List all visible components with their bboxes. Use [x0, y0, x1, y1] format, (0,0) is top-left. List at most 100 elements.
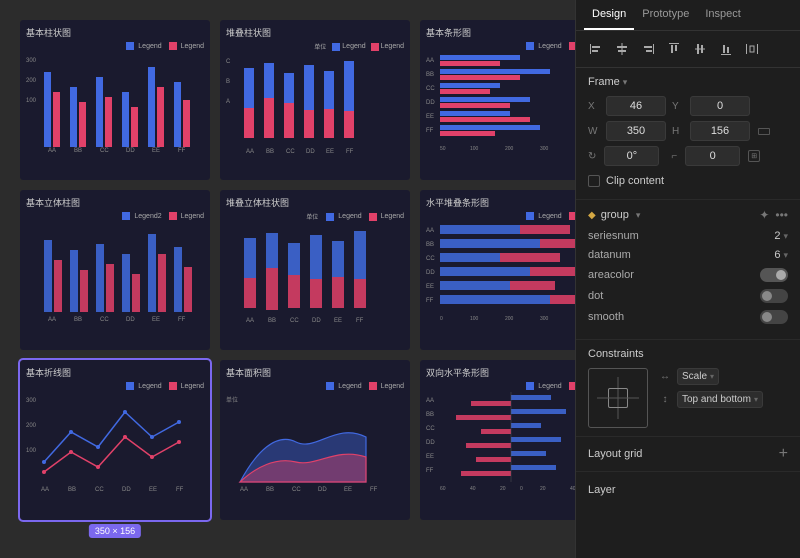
chart-stacked-bar[interactable]: 堆叠柱状图 单位 Legend Legend C B A	[220, 20, 410, 180]
vertical-constraint-icon: ↕	[658, 394, 672, 405]
seriesnum-value[interactable]: 2 ▾	[774, 230, 788, 242]
svg-text:40: 40	[570, 486, 575, 492]
chart-title-6: 水平堆叠条形图	[426, 196, 575, 209]
add-group-icon[interactable]: ✦	[759, 208, 769, 222]
smooth-label: smooth	[588, 311, 624, 323]
svg-text:DD: DD	[426, 440, 435, 446]
svg-text:FF: FF	[356, 318, 364, 323]
svg-text:300: 300	[26, 58, 37, 64]
svg-text:A: A	[226, 99, 230, 105]
align-right-btn[interactable]	[638, 39, 658, 59]
svg-text:100: 100	[470, 316, 479, 322]
distribute-btn[interactable]	[742, 39, 762, 59]
layout-grid-header: Layout grid +	[588, 445, 788, 463]
chart-title-5: 堆叠立体柱状图	[226, 196, 404, 209]
svg-text:DD: DD	[306, 149, 315, 153]
horizontal-constraint-icon: ↔	[658, 371, 672, 382]
svg-text:20: 20	[540, 486, 546, 492]
more-group-icon[interactable]: •••	[775, 208, 788, 222]
svg-text:300: 300	[26, 398, 37, 404]
corner-icon: ⌐	[671, 151, 677, 162]
line-chart-svg: 300 200 100 AA	[26, 392, 196, 492]
tab-design[interactable]: Design	[584, 0, 634, 30]
h-input[interactable]	[690, 121, 750, 141]
dot-toggle[interactable]	[760, 289, 788, 303]
svg-text:CC: CC	[100, 317, 109, 322]
chart-horizontal-bar[interactable]: 基本条形图 Legend Legend AA BB CC DD EE FF	[420, 20, 575, 180]
svg-text:EE: EE	[426, 114, 434, 120]
seriesnum-chevron: ▾	[783, 231, 788, 242]
svg-text:AA: AA	[48, 148, 56, 152]
constraint-selectors: ↔ Scale ▾ ↕ Top and bottom ▾	[658, 368, 788, 408]
svg-text:EE: EE	[149, 487, 157, 492]
chart-h-stacked[interactable]: 水平堆叠条形图 Legend Legend AA BB CC DD EE FF	[420, 190, 575, 350]
clip-content-checkbox[interactable]	[588, 175, 600, 187]
chart-3d-bar[interactable]: 基本立体柱图 Legend2 Legend AA BB CC	[20, 190, 210, 350]
stacked-bar-svg: C B A AA BB CC DD EE FF	[226, 53, 396, 153]
group-name-label: group	[601, 209, 629, 221]
align-bottom-btn[interactable]	[716, 39, 736, 59]
svg-text:AA: AA	[246, 318, 254, 323]
svg-text:FF: FF	[178, 148, 186, 152]
constraints-inner-box	[608, 388, 628, 408]
w-input[interactable]	[606, 121, 666, 141]
constraints-box[interactable]	[588, 368, 648, 428]
svg-text:BB: BB	[266, 487, 274, 492]
areacolor-toggle[interactable]	[760, 268, 788, 282]
y-input[interactable]	[690, 96, 750, 116]
chart-title-3: 基本条形图	[426, 26, 575, 39]
svg-text:FF: FF	[178, 317, 186, 322]
scale-dropdown[interactable]: Scale ▾	[677, 368, 719, 385]
corner-type-btn[interactable]: ⊞	[748, 150, 760, 162]
svg-text:DD: DD	[312, 318, 321, 323]
seriesnum-label: seriesnum	[588, 230, 639, 242]
align-center-h-btn[interactable]	[612, 39, 632, 59]
frame-title: Frame	[588, 76, 620, 88]
svg-text:单位: 单位	[226, 396, 238, 404]
x-input[interactable]	[606, 96, 666, 116]
svg-text:CC: CC	[286, 149, 295, 153]
smooth-toggle[interactable]	[760, 310, 788, 324]
datanum-value[interactable]: 6 ▾	[774, 249, 788, 261]
align-top-btn[interactable]	[664, 39, 684, 59]
chart-stacked-3d[interactable]: 堆叠立体柱状图 单位 Legend Legend AA BB	[220, 190, 410, 350]
svg-text:DD: DD	[122, 487, 131, 492]
svg-text:BB: BB	[266, 149, 274, 153]
layer-section: Layer	[576, 472, 800, 506]
top-bottom-arrow: ▾	[754, 395, 758, 404]
svg-text:BB: BB	[268, 318, 276, 323]
chart-basic-bar[interactable]: 基本柱状图 Legend Legend 300 200 100	[20, 20, 210, 180]
tab-prototype[interactable]: Prototype	[634, 0, 697, 30]
svg-text:FF: FF	[426, 468, 434, 474]
datanum-row: datanum 6 ▾	[588, 249, 788, 261]
3dbar-svg: AA BB CC DD EE FF	[26, 222, 196, 322]
frame-arrow: ▾	[623, 77, 628, 88]
group-actions: ✦ •••	[759, 208, 788, 222]
chart-bidirectional[interactable]: 双向水平条形图 Legend Legend AA BB CC DD EE FF	[420, 360, 575, 520]
svg-text:300: 300	[540, 316, 549, 322]
align-left-btn[interactable]	[586, 39, 606, 59]
areacolor-row: areacolor	[588, 268, 788, 282]
tab-inspect[interactable]: Inspect	[697, 0, 748, 30]
chart-area[interactable]: 基本面积图 Legend Legend 单位 AA BB CC DD EE FF	[220, 360, 410, 520]
datanum-chevron: ▾	[783, 250, 788, 261]
lock-ratio-btn[interactable]	[758, 128, 770, 135]
align-center-v-btn[interactable]	[690, 39, 710, 59]
constraints-visual: ↔ Scale ▾ ↕ Top and bottom ▾	[588, 368, 788, 428]
svg-text:FF: FF	[426, 128, 434, 134]
diamond-icon: ◆	[588, 210, 596, 221]
svg-text:FF: FF	[426, 298, 434, 304]
corner-input[interactable]	[685, 146, 740, 166]
svg-text:C: C	[226, 59, 231, 65]
svg-text:AA: AA	[426, 228, 434, 234]
svg-text:EE: EE	[326, 149, 334, 153]
hstacked-svg: AA BB CC DD EE FF 0 100 200	[426, 222, 575, 322]
svg-text:EE: EE	[152, 317, 160, 322]
svg-text:EE: EE	[334, 318, 342, 323]
size-badge: 350 × 156	[89, 524, 141, 538]
rotation-input[interactable]	[604, 146, 659, 166]
add-layout-grid-btn[interactable]: +	[779, 445, 788, 463]
top-bottom-dropdown[interactable]: Top and bottom ▾	[677, 391, 763, 408]
chart-line[interactable]: 基本折线图 Legend Legend 300 200 100	[20, 360, 210, 520]
canvas-area[interactable]: 基本柱状图 Legend Legend 300 200 100	[0, 0, 575, 558]
